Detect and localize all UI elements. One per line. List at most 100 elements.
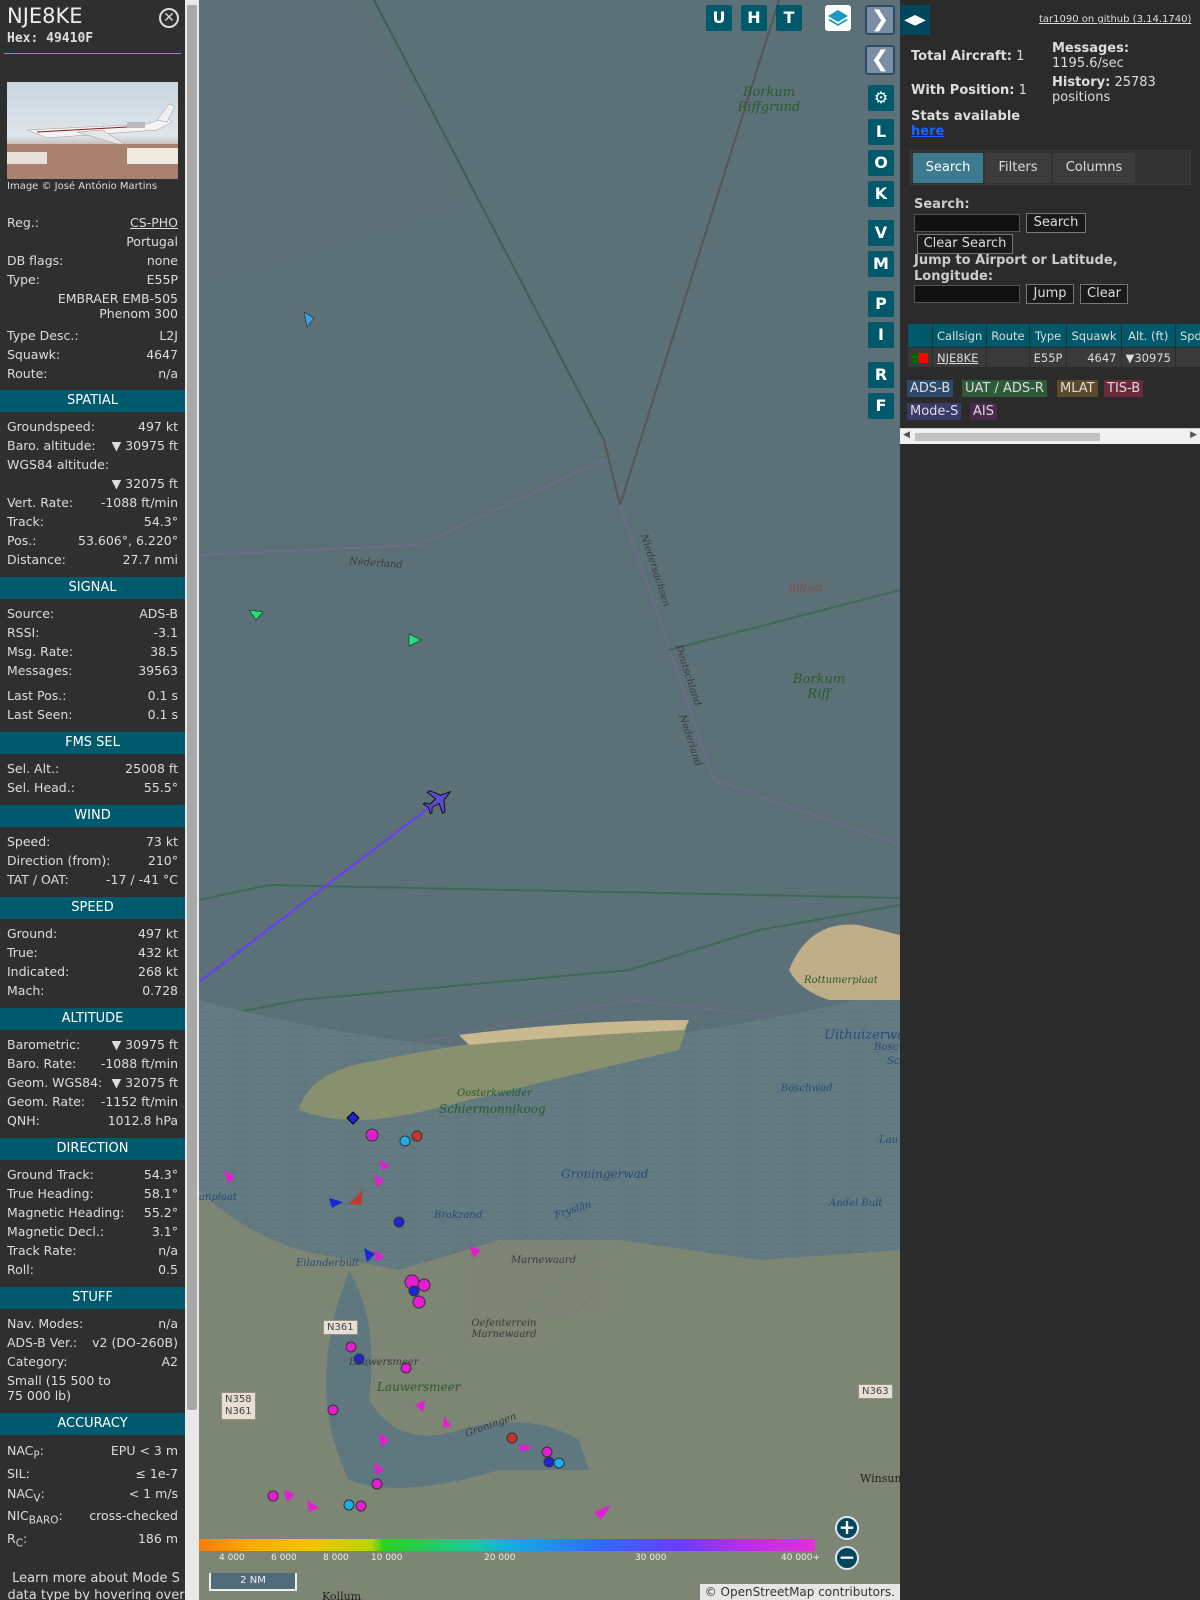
detail-value: -3.1 — [153, 625, 178, 640]
map-button-i[interactable]: I — [868, 322, 894, 348]
detail-label: Category: — [7, 1354, 68, 1369]
detail-row: Category: A2 — [7, 1354, 178, 1369]
column-header[interactable]: Alt. (ft) — [1120, 323, 1176, 348]
table-header: Callsign Route Type Squawk Alt. (ft) Spd — [907, 323, 1200, 348]
detail-row: Roll: 0.5 — [7, 1262, 178, 1277]
scroll-left-icon[interactable]: ◀ — [903, 430, 910, 440]
map-button-m[interactable]: M — [868, 251, 894, 277]
scrollbar-thumb[interactable] — [187, 5, 197, 1410]
map-button-u[interactable]: U — [706, 5, 732, 31]
detail-value: cross-checked — [89, 1508, 178, 1523]
jump-label: Jump to Airport or Latitude, Longitude: — [914, 253, 1118, 284]
tab-search[interactable]: Search — [913, 153, 983, 183]
table-row[interactable]: NJE8KE E55P 4647 ▼30975 — [907, 347, 1200, 368]
callsign-cell[interactable]: NJE8KE — [931, 347, 988, 368]
search-button[interactable]: Search — [1026, 213, 1086, 233]
callsign-link[interactable]: NJE8KE — [937, 351, 978, 365]
tab-filters[interactable]: Filters — [985, 153, 1051, 183]
section-direction: DIRECTION — [0, 1138, 185, 1160]
scroll-right-icon[interactable]: ▶ — [1190, 430, 1197, 440]
detail-label: NICBARO: — [7, 1508, 63, 1527]
close-icon[interactable]: ✕ — [159, 8, 179, 28]
search-input[interactable] — [914, 214, 1020, 232]
db-flags-value: none — [146, 253, 178, 268]
detail-row: ADS-B Ver.: v2 (DO-260B) — [7, 1335, 178, 1350]
table-horizontal-scrollbar[interactable]: ◀ ▶ — [900, 428, 1200, 444]
detail-row: NACV: < 1 m/s — [7, 1486, 178, 1505]
aircraft-marker[interactable] — [248, 609, 264, 621]
column-header[interactable]: Type — [1028, 323, 1068, 348]
map-button-f[interactable]: F — [868, 393, 894, 419]
road-shield: N361 — [323, 1320, 358, 1335]
stat-value: 1195.6/sec — [1052, 56, 1124, 71]
aircraft-photo[interactable] — [7, 82, 178, 179]
map-button-r[interactable]: R — [868, 362, 894, 388]
map-button-v[interactable]: V — [868, 220, 894, 246]
zoom-in-button[interactable]: + — [835, 1516, 859, 1540]
detail-label: Geom. Rate: — [7, 1094, 86, 1109]
border-line — [199, 459, 605, 556]
type-row: Type: E55P — [7, 272, 178, 287]
map-button-k[interactable]: K — [868, 181, 894, 207]
aircraft-marker[interactable] — [408, 633, 422, 647]
collapse-left-button[interactable]: ❮ — [865, 45, 895, 75]
stats-link[interactable]: here — [911, 124, 944, 139]
type-desc-label: Type Desc.: — [7, 328, 79, 343]
map-label: Kollum — [322, 1590, 362, 1600]
detail-row: Msg. Rate: 38.5 — [7, 644, 178, 659]
layers-button[interactable] — [825, 5, 851, 31]
info-panel-scrollbar[interactable] — [185, 0, 199, 1600]
type-label: Type: — [7, 272, 40, 287]
detail-row: Baro. altitude: ▼ 30975 ft — [7, 438, 178, 453]
expand-right-button[interactable]: ❯ — [865, 5, 895, 35]
altitude-cell: ▼30975 — [1120, 347, 1176, 368]
sidebar-toggle-button[interactable]: ◀▶ — [900, 5, 930, 35]
squawk-label: Squawk: — [7, 347, 61, 362]
detail-label: Sel. Alt.: — [7, 761, 60, 776]
github-link[interactable]: tar1090 on github (3.14.1740) — [1039, 14, 1191, 25]
detail-row: True: 432 kt — [7, 945, 178, 960]
column-header[interactable]: Squawk — [1066, 323, 1122, 348]
map-button-h[interactable]: H — [741, 5, 767, 31]
column-header[interactable]: Spd — [1174, 323, 1200, 348]
detail-label: Barometric: — [7, 1037, 81, 1052]
jump-input[interactable] — [914, 285, 1020, 303]
clear-button[interactable]: Clear — [1080, 284, 1128, 304]
column-header[interactable]: Callsign — [931, 323, 988, 348]
detail-label: WGS84 altitude: — [7, 457, 110, 472]
layers-icon — [828, 10, 848, 26]
detail-value: v2 (DO-260B) — [92, 1335, 178, 1350]
clear-search-button[interactable]: Clear Search — [917, 234, 1013, 254]
column-header[interactable] — [907, 323, 933, 348]
jump-button[interactable]: Jump — [1026, 284, 1074, 304]
column-header[interactable]: Route — [986, 323, 1030, 348]
detail-label: Baro. altitude: — [7, 438, 96, 453]
map-button-o[interactable]: O — [868, 150, 894, 176]
map-label: Marnewaard — [511, 1255, 577, 1266]
border-line-dark — [603, 0, 780, 509]
map-button-p[interactable]: P — [868, 291, 894, 317]
map-view[interactable]: Borkum Riffgrund Borkum Riff Riffgat Ned… — [199, 0, 900, 1600]
sidebar-tabs: Search Filters Columns — [910, 150, 1191, 185]
map-button-l[interactable]: L — [868, 119, 894, 145]
scrollbar-thumb[interactable] — [915, 433, 1100, 441]
detail-label: Messages: — [7, 663, 73, 678]
detail-label: Track: — [7, 514, 44, 529]
map-label: Oefenterrein Marnewaard — [471, 1318, 537, 1340]
map-button-t[interactable]: T — [776, 5, 802, 31]
zoom-out-button[interactable]: − — [835, 1546, 859, 1570]
map-label: anplaat — [199, 1192, 237, 1203]
detail-row: RC: 186 m — [7, 1531, 178, 1550]
map-attribution[interactable]: © OpenStreetMap contributors. — [699, 1584, 900, 1600]
stat-value: 1 — [1018, 83, 1027, 98]
colorbar-label: 8 000 — [323, 1553, 349, 1563]
category-desc: Small (15 500 to 75 000 lb) — [7, 1373, 111, 1403]
selected-aircraft-icon[interactable] — [419, 781, 458, 819]
detail-row: Ground: 497 kt — [7, 926, 178, 941]
settings-button[interactable]: ⚙ — [868, 85, 894, 111]
reg-link[interactable]: CS-PHO — [130, 215, 178, 230]
aircraft-callsign: NJE8KE — [7, 4, 83, 28]
map-label: Boschwad — [781, 1083, 833, 1094]
aircraft-marker[interactable] — [303, 311, 315, 328]
tab-columns[interactable]: Columns — [1053, 153, 1135, 183]
